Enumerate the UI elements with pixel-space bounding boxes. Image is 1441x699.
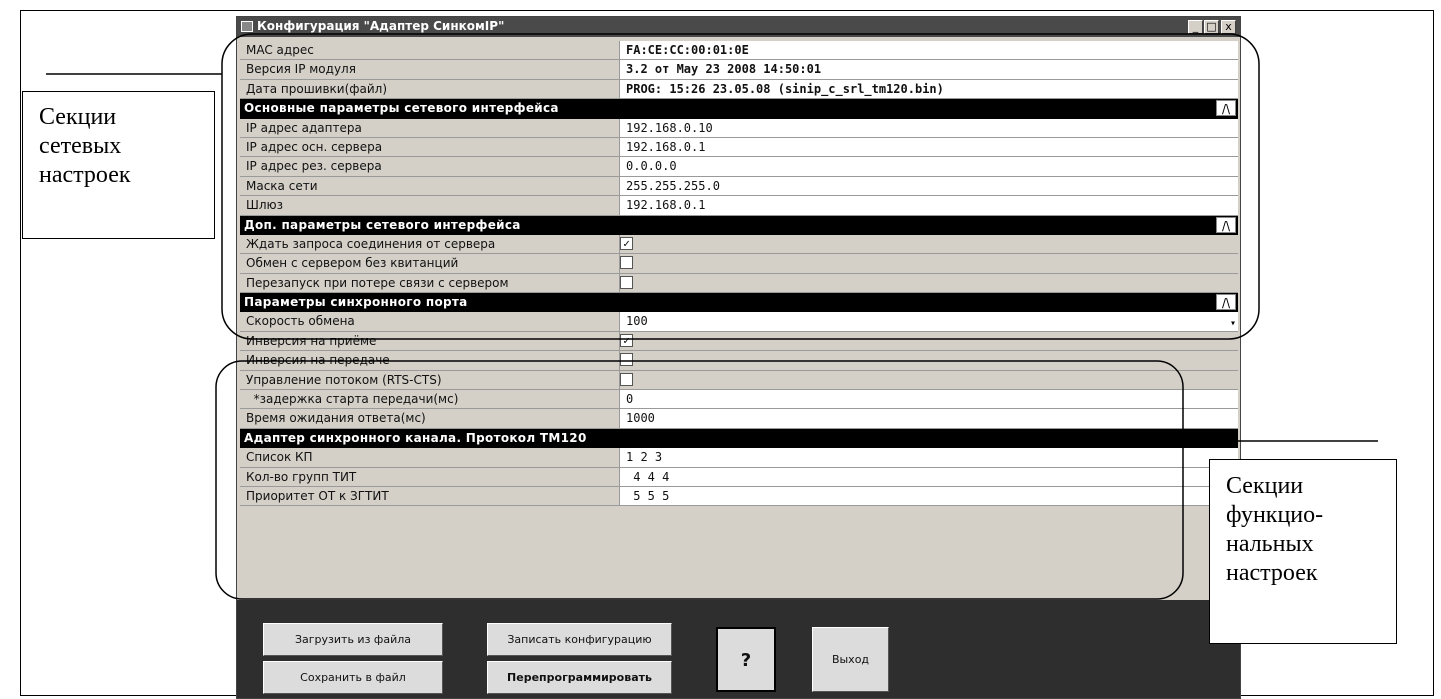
callout-line: настроек: [39, 162, 131, 188]
callout-line: функцио-: [1226, 502, 1324, 528]
callout-line: Секции: [39, 104, 117, 130]
network-sections-bracket: [221, 33, 1260, 340]
functional-sections-callout: Секции функцио- нальных настроек: [1209, 459, 1397, 644]
network-sections-callout: Секции сетевых настроек: [22, 91, 215, 239]
callout-line: сетевых: [39, 133, 122, 159]
callout-line: Секции: [1226, 473, 1304, 499]
callout-line: нальных: [1226, 531, 1314, 557]
callout-line: настроек: [1226, 560, 1318, 586]
functional-sections-bracket: [215, 360, 1184, 600]
